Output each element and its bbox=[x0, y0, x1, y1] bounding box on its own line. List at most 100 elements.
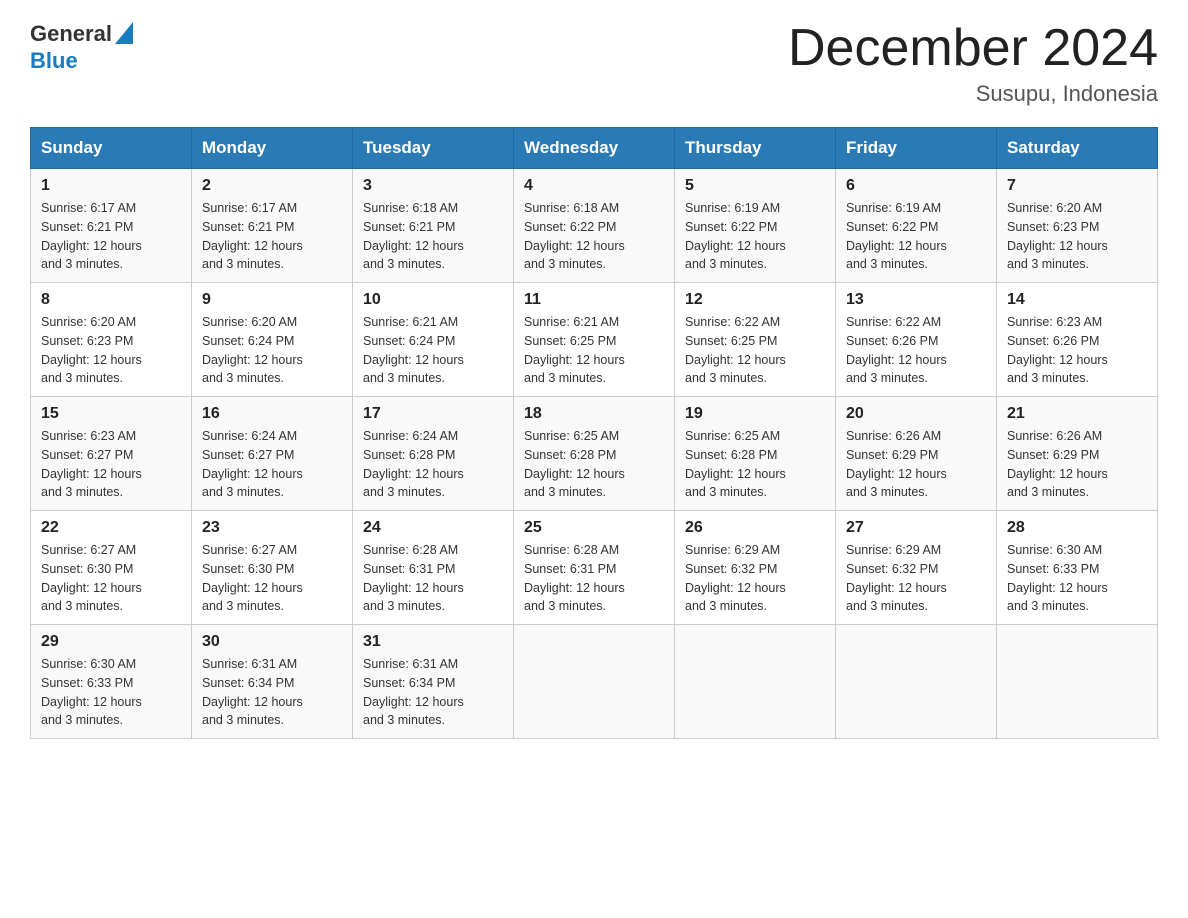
day-number: 2 bbox=[202, 177, 342, 195]
day-number: 27 bbox=[846, 519, 986, 537]
daylight-minutes: and 3 minutes. bbox=[846, 485, 928, 499]
calendar-cell: 23 Sunrise: 6:27 AM Sunset: 6:30 PM Dayl… bbox=[192, 511, 353, 625]
daylight-label: Daylight: 12 hours bbox=[202, 467, 303, 481]
sunset-label: Sunset: 6:21 PM bbox=[202, 220, 294, 234]
daylight-label: Daylight: 12 hours bbox=[846, 239, 947, 253]
daylight-label: Daylight: 12 hours bbox=[363, 353, 464, 367]
header-day-friday: Friday bbox=[836, 128, 997, 169]
sunset-label: Sunset: 6:23 PM bbox=[41, 334, 133, 348]
calendar-cell: 9 Sunrise: 6:20 AM Sunset: 6:24 PM Dayli… bbox=[192, 283, 353, 397]
calendar-header-row: SundayMondayTuesdayWednesdayThursdayFrid… bbox=[31, 128, 1158, 169]
logo-general-text: General bbox=[30, 22, 112, 46]
calendar-cell: 11 Sunrise: 6:21 AM Sunset: 6:25 PM Dayl… bbox=[514, 283, 675, 397]
day-number: 6 bbox=[846, 177, 986, 195]
daylight-label: Daylight: 12 hours bbox=[524, 467, 625, 481]
daylight-minutes: and 3 minutes. bbox=[1007, 371, 1089, 385]
day-number: 18 bbox=[524, 405, 664, 423]
cell-info: Sunrise: 6:30 AM Sunset: 6:33 PM Dayligh… bbox=[41, 655, 181, 730]
sunrise-label: Sunrise: 6:26 AM bbox=[1007, 429, 1102, 443]
calendar-cell bbox=[836, 625, 997, 739]
daylight-minutes: and 3 minutes. bbox=[363, 257, 445, 271]
sunset-label: Sunset: 6:27 PM bbox=[41, 448, 133, 462]
sunrise-label: Sunrise: 6:24 AM bbox=[363, 429, 458, 443]
cell-info: Sunrise: 6:23 AM Sunset: 6:26 PM Dayligh… bbox=[1007, 313, 1147, 388]
calendar-cell: 22 Sunrise: 6:27 AM Sunset: 6:30 PM Dayl… bbox=[31, 511, 192, 625]
daylight-label: Daylight: 12 hours bbox=[202, 581, 303, 595]
sunrise-label: Sunrise: 6:25 AM bbox=[524, 429, 619, 443]
day-number: 5 bbox=[685, 177, 825, 195]
daylight-label: Daylight: 12 hours bbox=[363, 467, 464, 481]
calendar-cell: 1 Sunrise: 6:17 AM Sunset: 6:21 PM Dayli… bbox=[31, 169, 192, 283]
header-day-tuesday: Tuesday bbox=[353, 128, 514, 169]
cell-info: Sunrise: 6:29 AM Sunset: 6:32 PM Dayligh… bbox=[846, 541, 986, 616]
daylight-minutes: and 3 minutes. bbox=[202, 599, 284, 613]
calendar-cell: 14 Sunrise: 6:23 AM Sunset: 6:26 PM Dayl… bbox=[997, 283, 1158, 397]
page-header: General Blue December 2024 Susupu, Indon… bbox=[30, 20, 1158, 107]
calendar-cell: 25 Sunrise: 6:28 AM Sunset: 6:31 PM Dayl… bbox=[514, 511, 675, 625]
daylight-label: Daylight: 12 hours bbox=[41, 239, 142, 253]
daylight-minutes: and 3 minutes. bbox=[41, 713, 123, 727]
daylight-label: Daylight: 12 hours bbox=[1007, 239, 1108, 253]
logo-blue-text: Blue bbox=[30, 48, 78, 73]
sunset-label: Sunset: 6:21 PM bbox=[41, 220, 133, 234]
cell-info: Sunrise: 6:20 AM Sunset: 6:24 PM Dayligh… bbox=[202, 313, 342, 388]
daylight-label: Daylight: 12 hours bbox=[685, 467, 786, 481]
calendar-week-row: 29 Sunrise: 6:30 AM Sunset: 6:33 PM Dayl… bbox=[31, 625, 1158, 739]
cell-info: Sunrise: 6:28 AM Sunset: 6:31 PM Dayligh… bbox=[363, 541, 503, 616]
sunset-label: Sunset: 6:33 PM bbox=[1007, 562, 1099, 576]
cell-info: Sunrise: 6:23 AM Sunset: 6:27 PM Dayligh… bbox=[41, 427, 181, 502]
daylight-minutes: and 3 minutes. bbox=[846, 371, 928, 385]
calendar-body: 1 Sunrise: 6:17 AM Sunset: 6:21 PM Dayli… bbox=[31, 169, 1158, 739]
calendar-cell: 17 Sunrise: 6:24 AM Sunset: 6:28 PM Dayl… bbox=[353, 397, 514, 511]
daylight-label: Daylight: 12 hours bbox=[202, 239, 303, 253]
daylight-label: Daylight: 12 hours bbox=[363, 581, 464, 595]
header-day-monday: Monday bbox=[192, 128, 353, 169]
day-number: 22 bbox=[41, 519, 181, 537]
daylight-minutes: and 3 minutes. bbox=[846, 599, 928, 613]
cell-info: Sunrise: 6:29 AM Sunset: 6:32 PM Dayligh… bbox=[685, 541, 825, 616]
sunset-label: Sunset: 6:30 PM bbox=[41, 562, 133, 576]
daylight-label: Daylight: 12 hours bbox=[202, 353, 303, 367]
calendar-title-area: December 2024 Susupu, Indonesia bbox=[788, 20, 1158, 107]
day-number: 4 bbox=[524, 177, 664, 195]
sunrise-label: Sunrise: 6:21 AM bbox=[524, 315, 619, 329]
day-number: 12 bbox=[685, 291, 825, 309]
cell-info: Sunrise: 6:25 AM Sunset: 6:28 PM Dayligh… bbox=[685, 427, 825, 502]
day-number: 16 bbox=[202, 405, 342, 423]
day-number: 20 bbox=[846, 405, 986, 423]
day-number: 10 bbox=[363, 291, 503, 309]
daylight-label: Daylight: 12 hours bbox=[41, 353, 142, 367]
daylight-label: Daylight: 12 hours bbox=[685, 581, 786, 595]
day-number: 17 bbox=[363, 405, 503, 423]
cell-info: Sunrise: 6:21 AM Sunset: 6:25 PM Dayligh… bbox=[524, 313, 664, 388]
sunset-label: Sunset: 6:34 PM bbox=[202, 676, 294, 690]
calendar-cell: 28 Sunrise: 6:30 AM Sunset: 6:33 PM Dayl… bbox=[997, 511, 1158, 625]
header-day-saturday: Saturday bbox=[997, 128, 1158, 169]
cell-info: Sunrise: 6:22 AM Sunset: 6:25 PM Dayligh… bbox=[685, 313, 825, 388]
daylight-minutes: and 3 minutes. bbox=[363, 485, 445, 499]
day-number: 23 bbox=[202, 519, 342, 537]
daylight-minutes: and 3 minutes. bbox=[41, 485, 123, 499]
day-number: 19 bbox=[685, 405, 825, 423]
cell-info: Sunrise: 6:31 AM Sunset: 6:34 PM Dayligh… bbox=[202, 655, 342, 730]
day-number: 15 bbox=[41, 405, 181, 423]
calendar-cell: 26 Sunrise: 6:29 AM Sunset: 6:32 PM Dayl… bbox=[675, 511, 836, 625]
daylight-label: Daylight: 12 hours bbox=[524, 353, 625, 367]
daylight-label: Daylight: 12 hours bbox=[1007, 581, 1108, 595]
sunrise-label: Sunrise: 6:31 AM bbox=[363, 657, 458, 671]
daylight-minutes: and 3 minutes. bbox=[41, 257, 123, 271]
sunset-label: Sunset: 6:29 PM bbox=[846, 448, 938, 462]
sunset-label: Sunset: 6:25 PM bbox=[685, 334, 777, 348]
sunset-label: Sunset: 6:31 PM bbox=[524, 562, 616, 576]
sunrise-label: Sunrise: 6:17 AM bbox=[41, 201, 136, 215]
day-number: 8 bbox=[41, 291, 181, 309]
calendar-table: SundayMondayTuesdayWednesdayThursdayFrid… bbox=[30, 127, 1158, 739]
daylight-minutes: and 3 minutes. bbox=[202, 713, 284, 727]
cell-info: Sunrise: 6:26 AM Sunset: 6:29 PM Dayligh… bbox=[1007, 427, 1147, 502]
daylight-label: Daylight: 12 hours bbox=[41, 467, 142, 481]
daylight-minutes: and 3 minutes. bbox=[685, 371, 767, 385]
day-number: 1 bbox=[41, 177, 181, 195]
sunrise-label: Sunrise: 6:18 AM bbox=[524, 201, 619, 215]
daylight-minutes: and 3 minutes. bbox=[41, 371, 123, 385]
header-day-sunday: Sunday bbox=[31, 128, 192, 169]
